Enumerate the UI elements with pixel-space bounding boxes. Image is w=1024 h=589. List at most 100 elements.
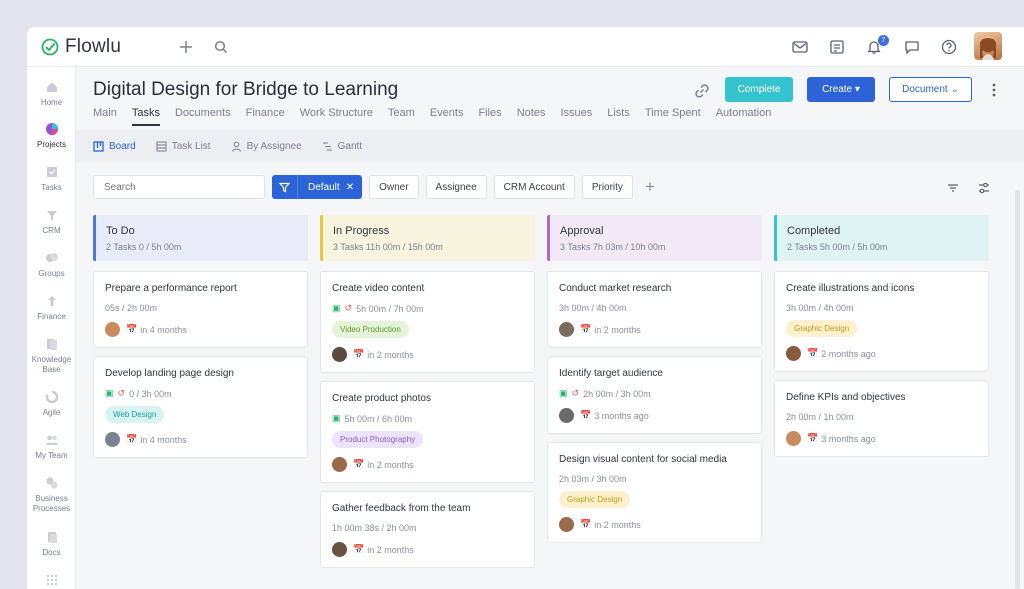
view-by-assignee[interactable]: By Assignee — [231, 141, 302, 152]
tag: Product Photography — [332, 431, 424, 448]
help-icon[interactable] — [940, 38, 958, 56]
project-tabs: Main Tasks Documents Finance Work Struct… — [93, 107, 771, 126]
default-filter-chip[interactable]: Default ✕ — [272, 175, 363, 199]
avatar[interactable] — [559, 322, 574, 337]
close-icon[interactable]: ✕ — [346, 182, 354, 193]
avatar[interactable] — [559, 408, 574, 423]
add-icon[interactable] — [177, 38, 195, 56]
sidebar-item-projects[interactable]: Projects — [27, 122, 76, 150]
tab-files[interactable]: Files — [478, 107, 501, 126]
filter-icon — [272, 175, 298, 199]
user-avatar[interactable] — [974, 32, 1002, 60]
avatar[interactable] — [332, 457, 347, 472]
crm-icon — [46, 211, 57, 220]
link-icon[interactable] — [693, 82, 711, 100]
board: Default✕ Owner Assignee CRM Account Prio… — [76, 162, 1024, 589]
tab-time-spent[interactable]: Time Spent — [645, 107, 701, 126]
avatar[interactable] — [786, 346, 801, 361]
search-input[interactable] — [93, 175, 265, 199]
sidebar-item-knowledge-base[interactable]: Knowledge Base — [27, 337, 76, 375]
filter-assignee[interactable]: Assignee — [425, 175, 487, 199]
task-card[interactable]: Prepare a performance report 05s / 2h 00… — [93, 271, 308, 348]
tag: Graphic Design — [786, 320, 858, 337]
page-title: Digital Design for Bridge to Learning — [93, 79, 399, 100]
board-icon — [93, 140, 104, 152]
calendar-icon: 📅 — [126, 324, 138, 334]
sidebar-item-my-team[interactable]: My Team — [27, 433, 76, 461]
create-button[interactable]: Create ▾ — [807, 77, 875, 102]
sidebar: Home Projects Tasks CRM Groups Finance K… — [27, 67, 76, 589]
task-card[interactable]: Identify target audience ▣ ↺ 2h 00m / 3h 0… — [547, 356, 762, 434]
column-completed: Completed 2 Tasks 5h 00m / 5h 00m Create… — [774, 215, 989, 457]
calendar-icon: 📅 — [353, 349, 365, 359]
sidebar-item-home[interactable]: Home — [27, 80, 76, 108]
avatar[interactable] — [332, 347, 347, 362]
tab-documents[interactable]: Documents — [175, 107, 231, 126]
search-icon[interactable] — [212, 38, 230, 56]
flowlu-logo-icon — [41, 38, 59, 56]
add-filter-icon[interactable]: + — [645, 177, 655, 197]
avatar[interactable] — [105, 432, 120, 447]
task-card[interactable]: Define KPIs and objectives 2h 00m / 1h 0… — [774, 380, 989, 457]
task-card[interactable]: Create product photos ▣ 5h 00m / 6h 00m P… — [320, 381, 535, 483]
subtask-icon: ▣ — [332, 413, 341, 423]
link-task-icon: ↺ — [117, 388, 126, 398]
apps-grid-icon — [46, 574, 57, 586]
tag: Web Design — [105, 406, 165, 423]
task-card[interactable]: Design visual content for social media 2… — [547, 442, 762, 543]
calendar-icon: 📅 — [353, 459, 365, 469]
task-card[interactable]: Conduct market research 3h 00m / 4h 00m … — [547, 271, 762, 348]
home-icon — [46, 82, 57, 92]
logo[interactable]: Flowlu — [41, 36, 121, 58]
document-button[interactable]: Document ⌄ — [889, 77, 972, 102]
sidebar-item-tasks[interactable]: Tasks — [27, 165, 76, 193]
tab-notes[interactable]: Notes — [517, 107, 546, 126]
mail-icon[interactable] — [791, 38, 809, 56]
tab-main[interactable]: Main — [93, 107, 117, 126]
sidebar-item-groups[interactable]: Groups — [27, 251, 76, 279]
settings-sliders-icon[interactable] — [977, 181, 991, 195]
sidebar-item-business-processes[interactable]: Business Processes — [27, 476, 76, 514]
sidebar-item-finance[interactable]: Finance — [27, 294, 76, 322]
more-vertical-icon[interactable] — [988, 81, 1000, 99]
tab-issues[interactable]: Issues — [560, 107, 592, 126]
task-card[interactable]: Create video content ▣ ↺ 5h 00m / 7h 00m V… — [320, 271, 535, 373]
tab-work-structure[interactable]: Work Structure — [300, 107, 373, 126]
sidebar-item-crm[interactable]: CRM — [27, 208, 76, 236]
view-board[interactable]: Board — [93, 141, 136, 152]
scrollbar[interactable] — [1015, 190, 1020, 589]
notes-icon[interactable] — [828, 38, 846, 56]
tab-tasks[interactable]: Tasks — [131, 107, 160, 126]
tab-finance[interactable]: Finance — [246, 107, 285, 126]
sort-icon[interactable] — [946, 181, 960, 195]
filter-crm-account[interactable]: CRM Account — [493, 175, 575, 199]
tab-lists[interactable]: Lists — [607, 107, 630, 126]
sidebar-item-more[interactable] — [27, 573, 76, 589]
avatar[interactable] — [786, 431, 801, 446]
app-window: Flowlu 7 Home Projects Tasks CRM Groups … — [27, 27, 1024, 589]
avatar[interactable] — [559, 517, 574, 532]
list-icon — [156, 140, 167, 152]
tab-automation[interactable]: Automation — [716, 107, 772, 126]
filter-priority[interactable]: Priority — [581, 175, 633, 199]
view-gantt[interactable]: Gantt — [322, 141, 362, 152]
tab-events[interactable]: Events — [430, 107, 464, 126]
view-task-list[interactable]: Task List — [156, 141, 211, 152]
projects-icon — [45, 123, 58, 135]
column-header: Approval 3 Tasks 7h 03m / 10h 00m — [547, 215, 762, 261]
complete-button[interactable]: Complete — [725, 77, 793, 102]
filter-owner[interactable]: Owner — [369, 175, 419, 199]
calendar-icon: 📅 — [807, 348, 819, 358]
chat-icon[interactable] — [903, 38, 921, 56]
avatar[interactable] — [332, 542, 347, 557]
tab-team[interactable]: Team — [388, 107, 415, 126]
task-card[interactable]: Develop landing page design ▣ ↺ 0 / 3h 00m… — [93, 356, 308, 458]
sidebar-item-docs[interactable]: Docs — [27, 530, 76, 558]
tag: Graphic Design — [559, 491, 631, 508]
avatar[interactable] — [105, 322, 120, 337]
task-card[interactable]: Create illustrations and icons 3h 00m / … — [774, 271, 989, 372]
filter-bar: Default✕ Owner Assignee CRM Account Prio… — [93, 175, 655, 199]
sidebar-item-agile[interactable]: Agile — [27, 390, 76, 418]
chevron-down-icon: ⌄ — [950, 84, 959, 95]
task-card[interactable]: Gather feedback from the team 1h 00m 38s… — [320, 491, 535, 568]
